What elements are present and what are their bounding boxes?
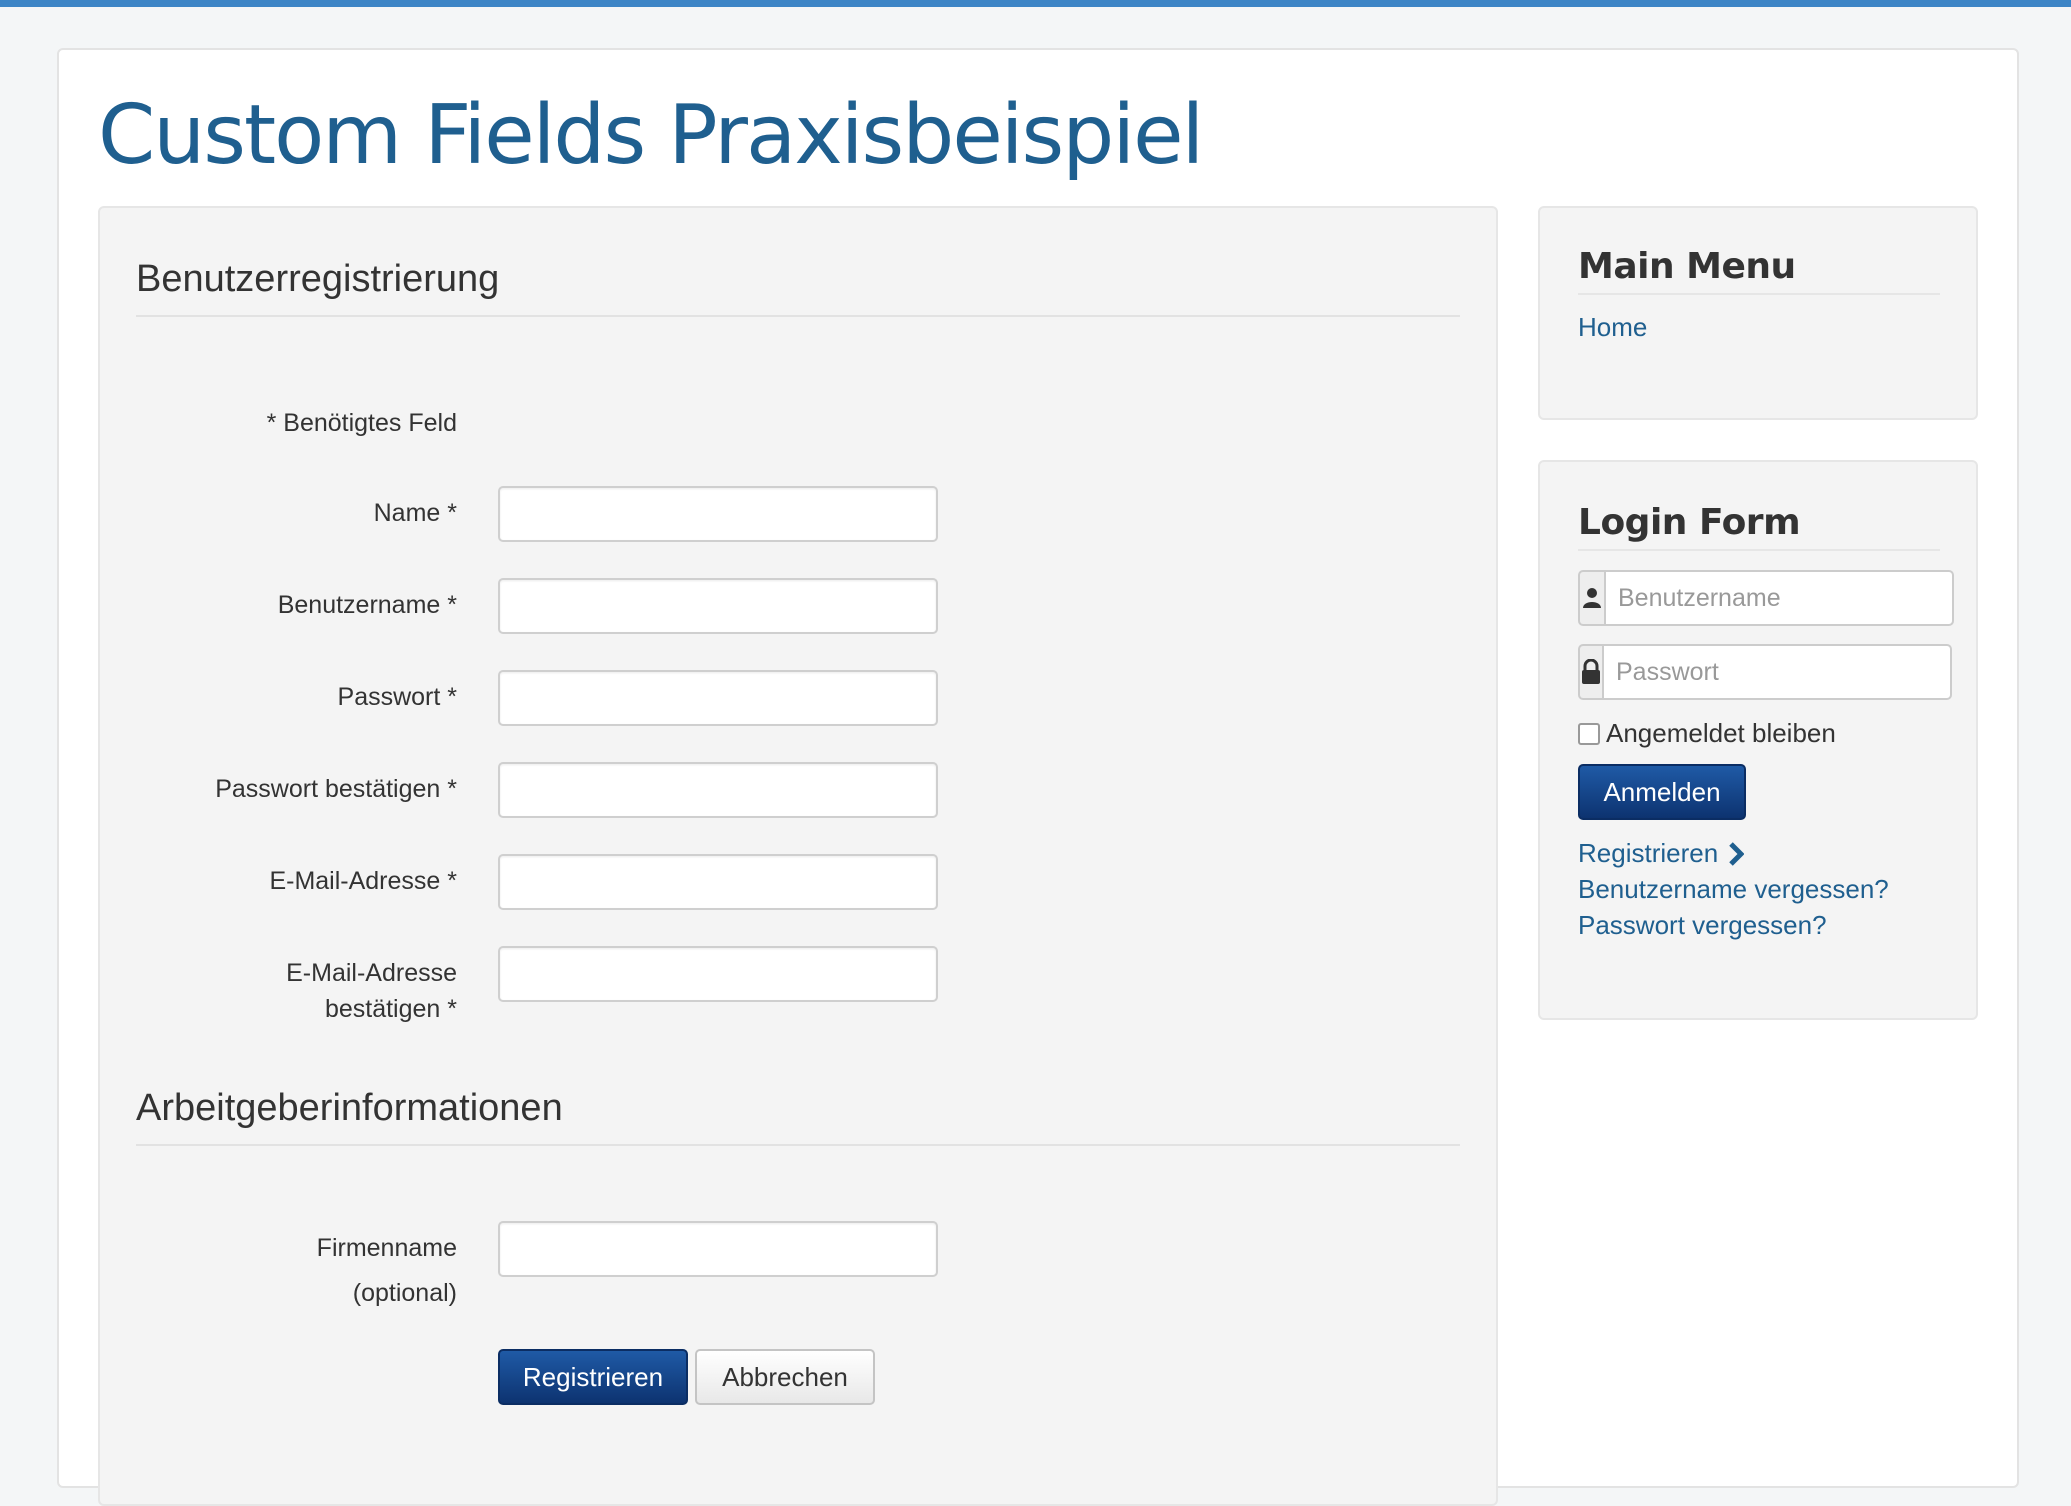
username-label: Benutzername * [277, 591, 457, 619]
registration-legend: Benutzerregistrierung [136, 258, 1460, 317]
password-label: Passwort * [337, 683, 457, 711]
user-icon [1578, 570, 1604, 626]
email-input[interactable] [498, 854, 938, 910]
forgot-password-link[interactable]: Passwort vergessen? [1578, 910, 1827, 941]
top-accent-bar [0, 0, 2071, 7]
forgot-username-link[interactable]: Benutzername vergessen? [1578, 874, 1889, 905]
menu-item-home[interactable]: Home [1578, 312, 1647, 343]
name-label: Name * [373, 499, 457, 527]
login-password-group [1578, 644, 1952, 700]
main-menu-module: Main Menu Home [1538, 206, 1978, 420]
chevron-right-icon [1728, 841, 1745, 866]
login-password-input[interactable] [1602, 644, 1952, 700]
company-input[interactable] [498, 1221, 938, 1277]
login-title: Login Form [1578, 502, 1940, 551]
register-button[interactable]: Registrieren [498, 1349, 688, 1405]
site-title: Custom Fields Praxisbeispiel [98, 88, 1204, 183]
email-confirm-label-line2: bestätigen * [324, 995, 457, 1023]
email-confirm-input[interactable] [498, 946, 938, 1002]
login-module: Login Form Angemeldet bleiben Anmelden R… [1538, 460, 1978, 1020]
email-label: E-Mail-Adresse * [269, 867, 457, 895]
remember-checkbox[interactable] [1578, 722, 1600, 745]
login-username-input[interactable] [1604, 570, 1954, 626]
remember-me[interactable]: Angemeldet bleiben [1578, 718, 1836, 749]
cancel-button[interactable]: Abbrechen [695, 1349, 875, 1405]
email-confirm-label-line1: E-Mail-Adresse [286, 959, 457, 987]
username-input[interactable] [498, 578, 938, 634]
register-link-label: Registrieren [1578, 838, 1719, 868]
remember-label: Angemeldet bleiben [1606, 718, 1836, 748]
login-button[interactable]: Anmelden [1578, 764, 1746, 820]
login-username-group [1578, 570, 1954, 626]
company-label-line2: (optional) [352, 1279, 457, 1307]
required-note: * Benötigtes Feld [266, 409, 457, 437]
password-confirm-label: Passwort bestätigen * [215, 775, 457, 803]
register-link[interactable]: Registrieren [1578, 838, 1745, 869]
password-input[interactable] [498, 670, 938, 726]
company-label-line1: Firmenname [316, 1234, 457, 1262]
lock-icon [1578, 644, 1602, 700]
main-menu-title: Main Menu [1578, 246, 1940, 295]
password-confirm-input[interactable] [498, 762, 938, 818]
employer-legend: Arbeitgeberinformationen [136, 1087, 1460, 1146]
name-input[interactable] [498, 486, 938, 542]
